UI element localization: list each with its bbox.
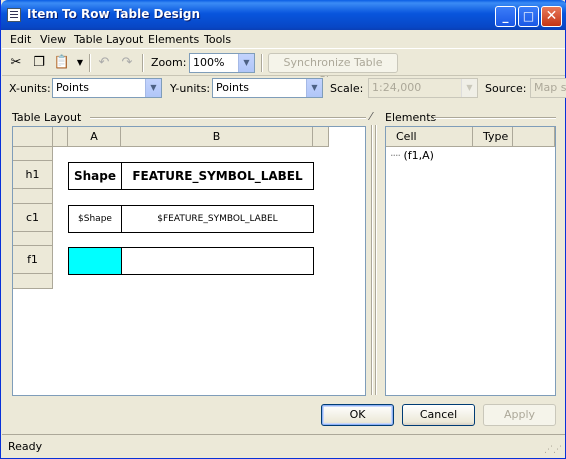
- elements-title: Elements: [385, 111, 437, 124]
- chevron-down-icon[interactable]: ▼: [145, 79, 161, 97]
- tree-item-label: (f1,A): [403, 149, 434, 162]
- scale-value: 1:24,000: [372, 81, 422, 94]
- cell-f1-a[interactable]: [68, 247, 122, 275]
- tree-item[interactable]: ···· (f1,A): [390, 149, 434, 162]
- source-label: Source:: [485, 82, 527, 95]
- splitter-line: [375, 125, 377, 395]
- menu-bar: Edit View Table Layout Elements Tools: [2, 30, 565, 49]
- synchronize-table-sizes-button[interactable]: Synchronize Table Sizes: [268, 53, 398, 87]
- units-toolbar: X-units: Points ▼ Y-units: Points ▼ Scal…: [2, 77, 566, 101]
- zoom-label: Zoom:: [151, 56, 187, 69]
- elements-list[interactable]: Cell Type ···· (f1,A): [385, 126, 556, 396]
- table-layout-title: Table Layout: [12, 111, 82, 124]
- undo-icon[interactable]: ↶: [95, 54, 113, 72]
- paste-icon[interactable]: 📋: [53, 54, 71, 72]
- cell-f1-b[interactable]: [121, 247, 314, 275]
- chevron-down-icon[interactable]: ▼: [238, 54, 254, 72]
- resize-grip-icon[interactable]: ⋰⋰: [544, 445, 562, 455]
- column-header-spacer: [513, 127, 555, 147]
- row-header-spacer: [13, 147, 53, 161]
- row-header-c1[interactable]: c1: [13, 204, 53, 232]
- dropdown-icon[interactable]: ▼: [71, 54, 89, 72]
- dialog-window: Item To Row Table Design _ □ ✕ Edit View…: [0, 0, 566, 459]
- row-header-spacer: [13, 189, 53, 204]
- table-layout-canvas[interactable]: A B h1 c1 f1 Shape FEATURE_SYMBOL_LABEL …: [12, 126, 366, 396]
- title-bar[interactable]: Item To Row Table Design _ □ ✕: [1, 0, 566, 30]
- toolbar-separator: [89, 54, 91, 72]
- row-header-f1[interactable]: f1: [13, 246, 53, 274]
- toolbar-separator: [142, 54, 144, 72]
- source-value: Map s: [534, 81, 566, 94]
- menu-elements[interactable]: Elements: [148, 33, 199, 46]
- y-units-select[interactable]: Points ▼: [212, 78, 323, 98]
- tree-connector-icon: ····: [390, 149, 401, 162]
- close-button[interactable]: ✕: [541, 6, 562, 27]
- menu-edit[interactable]: Edit: [10, 33, 31, 46]
- table-icon: [7, 8, 21, 22]
- y-units-label: Y-units:: [170, 82, 211, 95]
- row-header-h1[interactable]: h1: [13, 161, 53, 189]
- status-text: Ready: [8, 440, 43, 453]
- row-header-spacer: [13, 232, 53, 246]
- column-header-type[interactable]: Type: [473, 127, 513, 147]
- panel-divider: [90, 117, 366, 119]
- column-header-cell[interactable]: Cell: [386, 127, 473, 147]
- chevron-down-icon[interactable]: ▼: [461, 79, 477, 97]
- cell-c1-b[interactable]: $FEATURE_SYMBOL_LABEL: [121, 205, 314, 233]
- toolbar-separator: [261, 54, 263, 72]
- cell-h1-a[interactable]: Shape: [68, 162, 122, 190]
- zoom-select[interactable]: 100% ▼: [189, 53, 255, 73]
- cell-h1-b[interactable]: FEATURE_SYMBOL_LABEL: [121, 162, 314, 190]
- minimize-button[interactable]: _: [495, 6, 516, 27]
- column-header-spacer: [53, 127, 68, 147]
- corner-header: [13, 127, 53, 147]
- column-header-b[interactable]: B: [121, 127, 313, 147]
- panel-splitter[interactable]: ⁄: [370, 110, 378, 397]
- copy-icon[interactable]: ❐: [30, 54, 48, 72]
- window-title: Item To Row Table Design: [27, 7, 201, 21]
- x-units-label: X-units:: [9, 82, 51, 95]
- menu-table-layout[interactable]: Table Layout: [74, 33, 143, 46]
- row-header-spacer: [13, 274, 53, 289]
- splitter-grip-icon: ⁄: [370, 110, 372, 123]
- maximize-button[interactable]: □: [518, 6, 539, 27]
- source-select[interactable]: Map s: [530, 78, 566, 98]
- menu-tools[interactable]: Tools: [204, 33, 231, 46]
- cell-c1-a[interactable]: $Shape: [68, 205, 122, 233]
- x-units-select[interactable]: Points ▼: [52, 78, 162, 98]
- scale-label: Scale:: [330, 82, 364, 95]
- column-header-a[interactable]: A: [68, 127, 121, 147]
- panel-divider: [434, 117, 556, 119]
- main-toolbar: ✂ ❐ 📋 ▼ ↶ ↷ Zoom: 100% ▼ Synchronize Tab…: [2, 50, 565, 87]
- scale-select[interactable]: 1:24,000 ▼: [368, 78, 478, 98]
- chevron-down-icon[interactable]: ▼: [306, 79, 322, 97]
- apply-button[interactable]: Apply: [483, 404, 556, 426]
- ok-button[interactable]: OK: [321, 404, 394, 426]
- splitter-line: [371, 125, 373, 395]
- redo-icon[interactable]: ↷: [118, 54, 136, 72]
- zoom-value: 100%: [193, 56, 225, 69]
- column-header-spacer: [313, 127, 329, 147]
- menu-view[interactable]: View: [40, 33, 66, 46]
- y-units-value: Points: [216, 81, 250, 94]
- cut-icon[interactable]: ✂: [7, 54, 25, 72]
- x-units-value: Points: [56, 81, 90, 94]
- cancel-button[interactable]: Cancel: [402, 404, 475, 426]
- status-bar: Ready ⋰⋰: [2, 434, 565, 457]
